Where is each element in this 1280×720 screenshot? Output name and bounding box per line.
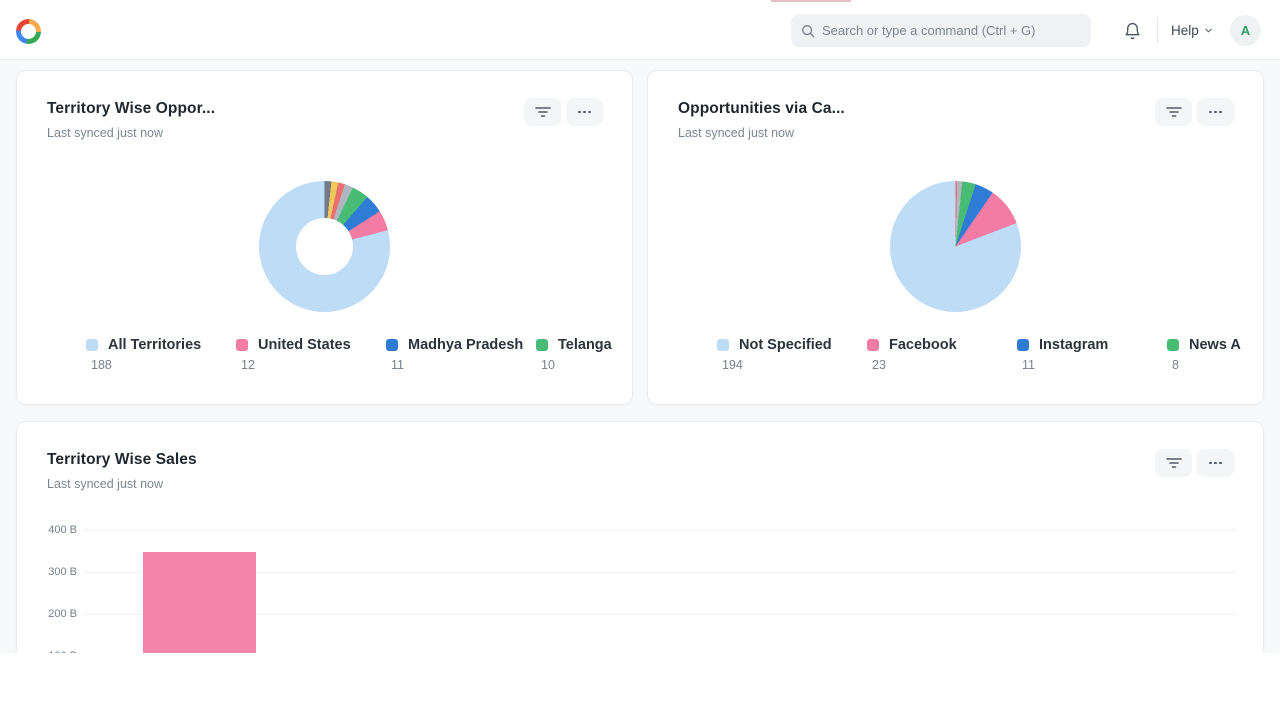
command-search[interactable] [791,14,1091,47]
card-territory-wise-sales: Territory Wise Sales Last synced just no… [16,421,1264,653]
legend-item: All Territories 188 [86,337,236,393]
legend-value: 11 [1022,358,1035,372]
toast-edge-artifact [771,0,851,2]
card-actions [1155,98,1234,126]
help-label: Help [1171,22,1199,38]
legend-item: Madhya Pradesh 11 [386,337,536,393]
legend-swatch [236,339,248,351]
user-avatar[interactable]: A [1230,15,1261,46]
legend-value: 12 [241,358,255,372]
dashboard-page: Help A Territory Wise Oppor... Last sync… [0,0,1280,653]
last-synced-text: Last synced just now [678,126,795,140]
legend-item: News A 8 [1167,337,1262,393]
legend-label: United States [258,337,351,353]
more-options-button[interactable] [566,98,603,126]
legend-item: Facebook 23 [867,337,1017,393]
gridline [85,530,1235,531]
header-divider [1157,18,1158,43]
help-menu[interactable]: Help [1171,20,1214,40]
gridline [85,614,1235,615]
legend-swatch [386,339,398,351]
app-logo-icon[interactable] [16,19,41,44]
y-axis-tick-label: 100 B [17,650,77,653]
y-axis-tick-label: 300 B [48,566,77,578]
legend-swatch [86,339,98,351]
legend-label: Facebook [889,337,957,353]
filter-button[interactable] [1155,98,1192,126]
legend-value: 10 [541,358,555,372]
legend-label: All Territories [108,337,202,353]
app-logo-hole [21,24,36,39]
legend-swatch [867,339,879,351]
bar-chart: 400 B 300 B 200 B 100 B [17,422,1263,653]
donut-chart[interactable] [258,181,390,312]
legend-swatch [536,339,548,351]
search-icon [802,24,815,38]
donut-hole [295,218,353,275]
card-title: Territory Wise Oppor... [47,100,216,117]
bar-segment[interactable] [143,551,256,653]
ellipsis-icon [578,110,591,114]
legend-value: 23 [872,358,886,372]
card-actions [524,98,603,126]
last-synced-text: Last synced just now [47,126,164,140]
legend-label: Telanga [558,337,612,353]
top-navbar: Help A [0,0,1280,60]
card-title: Opportunities via Ca... [678,100,845,117]
chart-legend: Not Specified 194 Facebook 23 Instagram 11 New… [717,337,1262,393]
pie-chart[interactable] [889,181,1021,312]
legend-swatch [1017,339,1029,351]
legend-value: 194 [722,358,743,372]
filter-icon [534,107,551,117]
y-axis-tick-label: 400 B [48,524,77,536]
bell-icon [1124,22,1140,39]
notifications-button[interactable] [1118,17,1146,45]
legend-value: 8 [1172,358,1179,372]
card-opportunities-via-campaign: Opportunities via Ca... Last synced just… [647,70,1264,405]
chart-legend: All Territories 188 United States 12 Madhya … [86,337,631,393]
more-options-button[interactable] [1197,98,1234,126]
card-territory-wise-opportunities: Territory Wise Oppor... Last synced just… [16,70,633,405]
legend-swatch [1167,339,1179,351]
legend-value: 11 [391,358,404,372]
legend-item: Telanga 10 [536,337,631,393]
legend-item: Not Specified 194 [717,337,867,393]
legend-item: United States 12 [236,337,386,393]
search-input[interactable] [822,23,1081,38]
gridline [85,572,1235,573]
filter-button[interactable] [524,98,561,126]
legend-label: Madhya Pradesh [408,337,524,353]
filter-icon [1165,107,1182,117]
avatar-letter: A [1240,23,1251,38]
ellipsis-icon [1209,110,1222,114]
legend-label: Instagram [1039,337,1109,353]
legend-item: Instagram 11 [1017,337,1167,393]
y-axis-tick-label: 200 B [48,608,77,620]
legend-swatch [717,339,729,351]
legend-label: News A [1189,337,1241,353]
legend-label: Not Specified [739,337,832,353]
chevron-down-icon [1205,28,1212,32]
legend-value: 188 [91,358,112,372]
